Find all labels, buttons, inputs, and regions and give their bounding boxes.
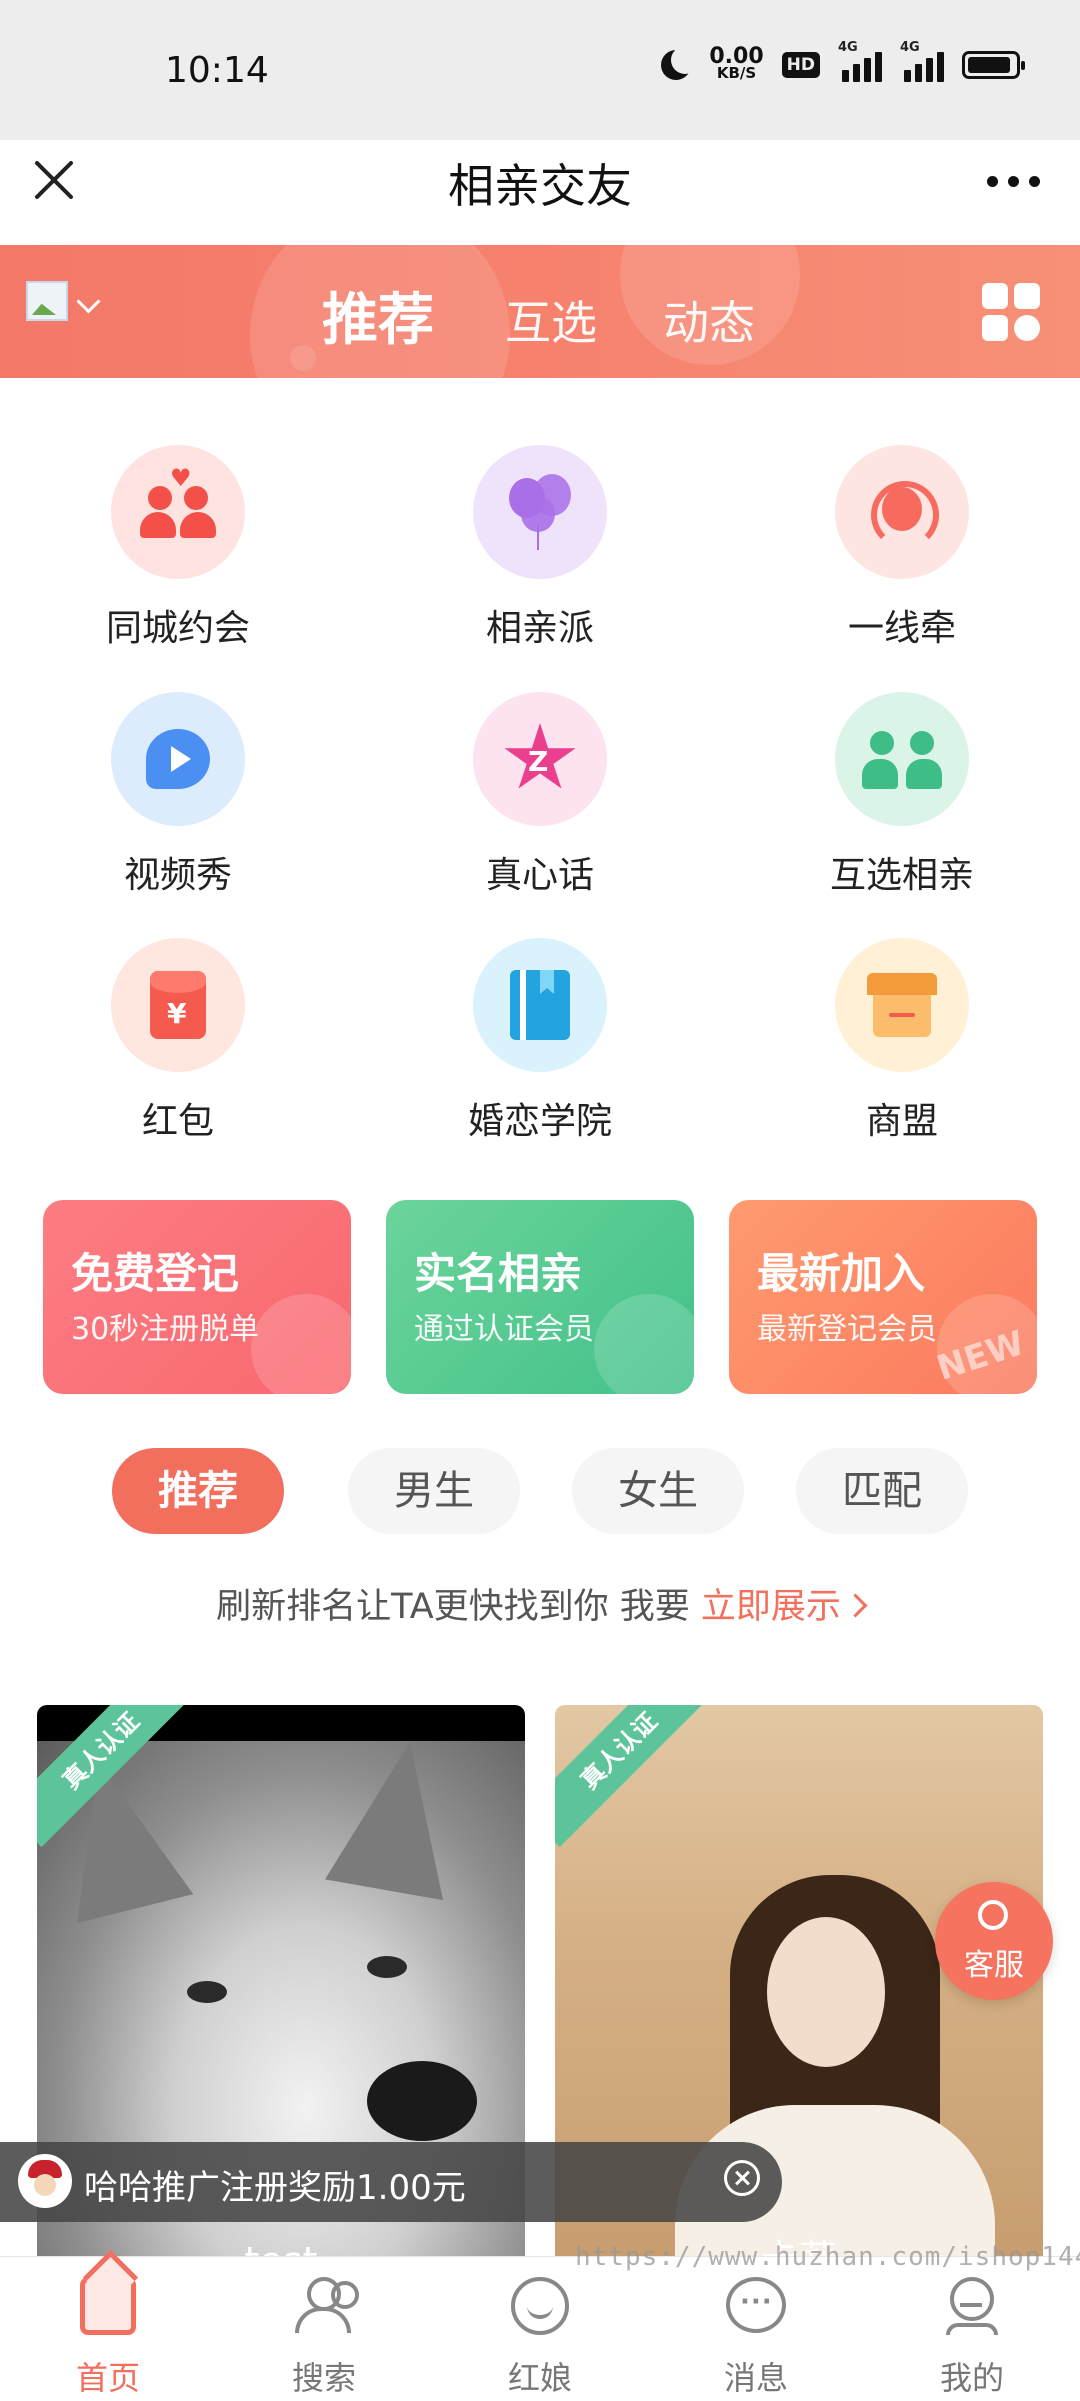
- promo-title: 免费登记: [71, 1249, 240, 1298]
- red-envelope-icon: [111, 938, 245, 1072]
- feature-dating-academy[interactable]: 婚恋学院: [390, 938, 690, 1144]
- verified-badge: 真人认证: [555, 1705, 716, 1848]
- home-icon: [80, 2277, 136, 2335]
- signal-icon-1: 4G: [838, 40, 882, 82]
- filter-match[interactable]: 匹配: [796, 1448, 968, 1534]
- network-speed-value: 0.00: [709, 44, 764, 69]
- couple-icon: ♥: [111, 445, 245, 579]
- grid-menu-icon[interactable]: [982, 283, 1040, 341]
- nav-label: 消息: [723, 2359, 788, 2397]
- nav-me[interactable]: 我的: [864, 2257, 1080, 2401]
- status-bar: 10:14 0.00 KB/S HD 4G 4G: [0, 0, 1080, 140]
- feature-label: 视频秀: [123, 855, 232, 896]
- nav-label: 首页: [75, 2359, 140, 2397]
- city-image-icon[interactable]: [26, 281, 68, 321]
- customer-service-label: 客服: [964, 1948, 1024, 1983]
- feature-label: 相亲派: [485, 608, 594, 649]
- headset-icon: [835, 445, 969, 579]
- filter-recommend[interactable]: 推荐: [112, 1448, 284, 1534]
- filter-female[interactable]: 女生: [572, 1448, 744, 1534]
- star-icon: [473, 692, 607, 826]
- reward-toast: 哈哈推广注册奖励1.00元: [0, 2142, 782, 2222]
- show-now-link[interactable]: 立即展示: [701, 1587, 841, 1627]
- matchmaker-icon: [511, 2277, 569, 2335]
- feature-mutual-matchmaking[interactable]: 互选相亲: [752, 692, 1052, 898]
- feature-label: 同城约会: [105, 608, 250, 649]
- nav-label: 搜索: [291, 2359, 356, 2397]
- hd-icon: HD: [781, 52, 820, 78]
- balloon-icon: [473, 445, 607, 579]
- refresh-tip-text: 刷新排名让TA更快找到你 我要: [216, 1587, 701, 1627]
- feature-label: 一线牵: [847, 608, 956, 649]
- status-time: 10:14: [165, 50, 269, 91]
- video-play-icon: [111, 692, 245, 826]
- pair-icon: [835, 692, 969, 826]
- promo-title: 最新加入: [757, 1249, 926, 1298]
- feature-label: 真心话: [485, 855, 594, 896]
- promo-subtitle: 通过认证会员: [414, 1312, 594, 1347]
- refresh-tip: 刷新排名让TA更快找到你 我要 立即展示: [0, 1578, 1080, 1629]
- promo-subtitle: 30秒注册脱单: [71, 1312, 260, 1347]
- page-title: 相亲交友: [448, 159, 632, 213]
- feature-business-alliance[interactable]: 商盟: [752, 938, 1052, 1144]
- nav-search[interactable]: 搜索: [216, 2257, 432, 2401]
- filter-male[interactable]: 男生: [348, 1448, 520, 1534]
- feature-one-line[interactable]: 一线牵: [752, 445, 1052, 651]
- nav-label: 我的: [939, 2359, 1004, 2397]
- network-speed-unit: KB/S: [716, 64, 757, 82]
- network-speed: 0.00 KB/S: [709, 44, 764, 82]
- nav-home[interactable]: 首页: [0, 2257, 216, 2401]
- do-not-disturb-icon: [661, 46, 700, 80]
- promo-subtitle: 最新登记会员: [757, 1312, 937, 1347]
- close-circle-icon[interactable]: [724, 2160, 760, 2196]
- more-icon[interactable]: [987, 176, 1040, 187]
- feature-label: 婚恋学院: [467, 1101, 612, 1142]
- watermark: https://www.huzhan.com/ishop14453: [575, 2242, 1080, 2272]
- toast-message: 哈哈推广注册奖励1.00元: [84, 2168, 466, 2208]
- message-icon: [726, 2277, 786, 2333]
- tab-recommend[interactable]: 推荐: [322, 275, 434, 356]
- promo-title: 实名相亲: [414, 1249, 583, 1298]
- top-tab-bar: 推荐 互选 动态: [0, 245, 1080, 378]
- headset-icon: [978, 1900, 1008, 1930]
- status-icons: 0.00 KB/S HD 4G 4G: [661, 40, 1025, 82]
- feature-video-show[interactable]: 视频秀: [28, 692, 328, 898]
- avatar: [18, 2154, 72, 2208]
- book-icon: [473, 938, 607, 1072]
- feature-red-packet[interactable]: 红包: [28, 938, 328, 1144]
- nav-label: 红娘: [507, 2359, 572, 2397]
- promo-free-register[interactable]: 免费登记 30秒注册脱单: [43, 1200, 351, 1394]
- chevron-right-icon[interactable]: [843, 1592, 868, 1618]
- profile-icon: [946, 2277, 998, 2335]
- chevron-down-icon[interactable]: [76, 289, 101, 314]
- bottom-nav: 首页 搜索 红娘 消息 我的: [0, 2256, 1080, 2401]
- feature-label: 互选相亲: [829, 855, 974, 896]
- nav-matchmaker[interactable]: 红娘: [432, 2257, 648, 2401]
- battery-icon: [962, 51, 1025, 79]
- signal-type-1: 4G: [838, 40, 858, 55]
- feature-label: 商盟: [865, 1101, 938, 1142]
- feature-truth[interactable]: 真心话: [390, 692, 690, 898]
- tab-moments[interactable]: 动态: [663, 287, 755, 353]
- tab-mutual-select[interactable]: 互选: [505, 287, 597, 353]
- users-icon: [291, 2277, 359, 2333]
- promo-newest-members[interactable]: 最新加入 最新登记会员 NEW: [729, 1200, 1037, 1394]
- shop-icon: [835, 938, 969, 1072]
- feature-matchmaking-party[interactable]: 相亲派: [390, 445, 690, 651]
- signal-type-2: 4G: [900, 40, 920, 55]
- customer-service-button[interactable]: 客服: [935, 1882, 1053, 2000]
- promo-verified-dating[interactable]: 实名相亲 通过认证会员: [386, 1200, 694, 1394]
- feature-same-city-date[interactable]: ♥ 同城约会: [28, 445, 328, 651]
- nav-messages[interactable]: 消息: [648, 2257, 864, 2401]
- feature-label: 红包: [141, 1101, 214, 1142]
- signal-icon-2: 4G: [900, 40, 944, 82]
